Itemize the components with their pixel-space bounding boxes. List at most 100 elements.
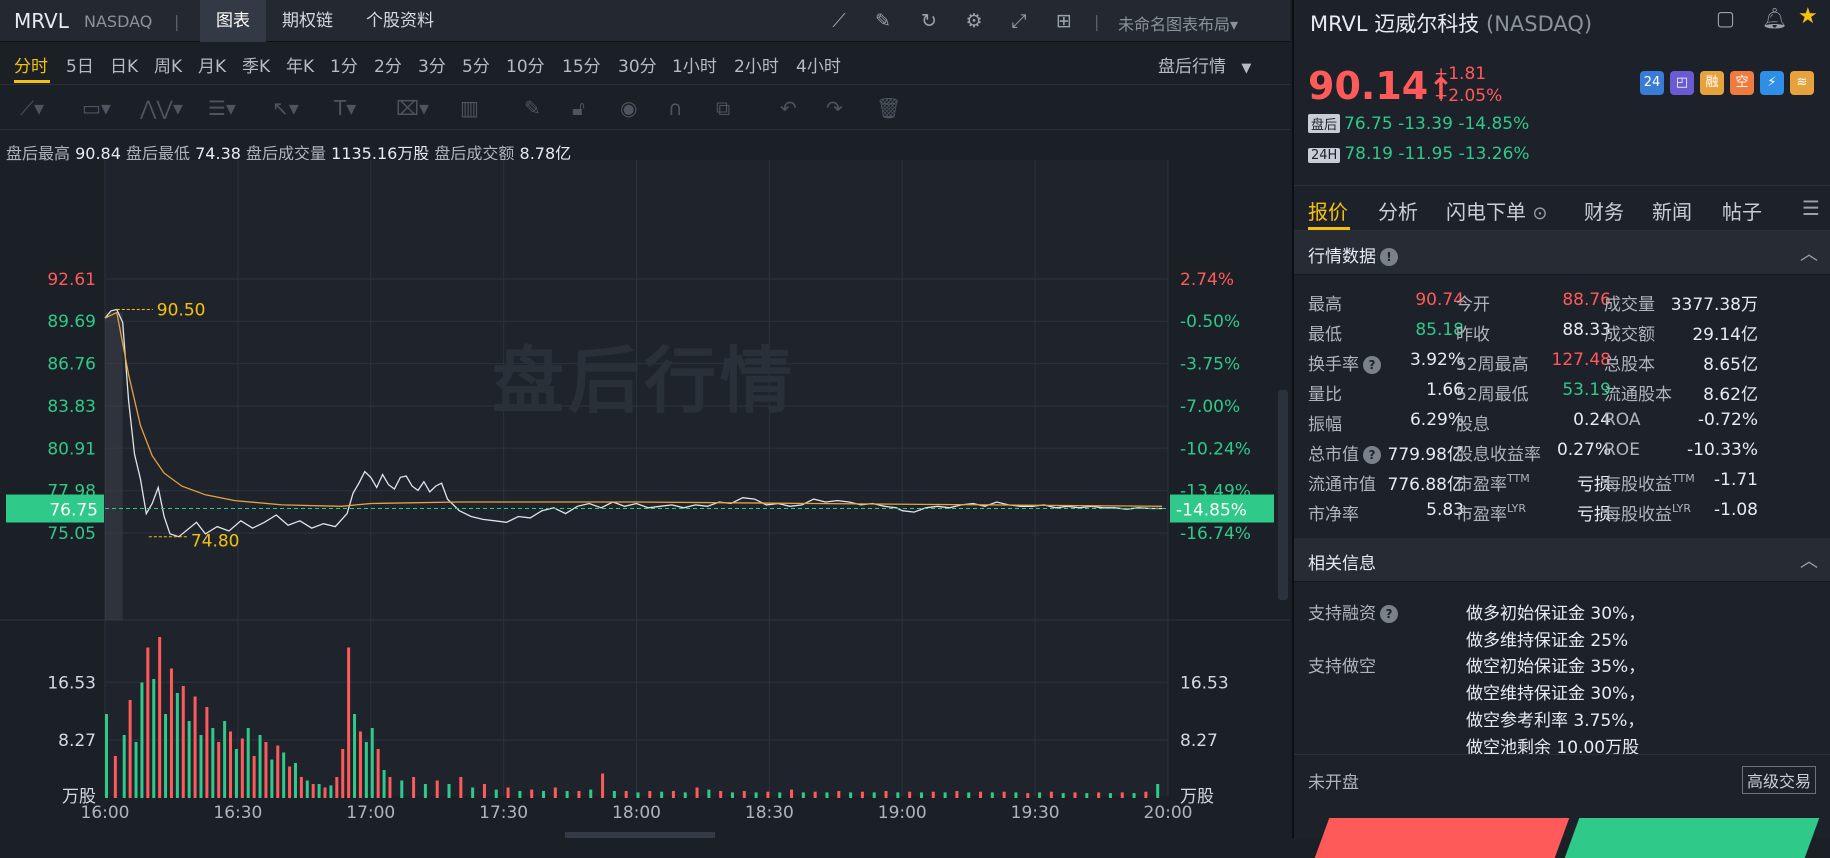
tab-flash-order[interactable]: 闪电下单 ⊙ — [1446, 196, 1547, 225]
volume-bar — [1026, 793, 1030, 798]
active-period-underline — [14, 80, 50, 83]
session-select[interactable]: 盘后行情 ▼ — [1158, 52, 1251, 77]
info-icon[interactable]: ! — [1380, 248, 1398, 266]
text-icon[interactable]: T▾ — [334, 96, 356, 120]
rectangle-icon[interactable]: ▭▾ — [82, 96, 111, 120]
period-8[interactable]: 2分 — [374, 52, 402, 77]
pencil-icon[interactable]: ✎ — [870, 8, 896, 34]
related-info-header[interactable]: 相关信息 ︿ — [1294, 538, 1830, 582]
sell-button[interactable] — [1564, 818, 1820, 858]
tab-news[interactable]: 新闻 — [1652, 196, 1692, 225]
chart-toggle-icon[interactable]: ▢ — [1716, 6, 1735, 30]
period-7[interactable]: 1分 — [330, 52, 358, 77]
after-price: 76.75 — [1344, 114, 1393, 134]
metric-value: 8.65亿 — [1703, 355, 1758, 375]
period-4[interactable]: 月K — [198, 52, 226, 77]
period-16[interactable]: 4小时 — [796, 52, 841, 77]
volume-bar — [211, 728, 215, 798]
tab-financials[interactable]: 财务 — [1584, 196, 1624, 225]
market-status: 未开盘 — [1308, 773, 1359, 793]
arrow-icon[interactable]: ↖▾ — [272, 96, 299, 120]
feature-badge-icon[interactable]: 空 — [1730, 71, 1754, 95]
wave-icon[interactable]: ⋀⋁▾ — [140, 96, 183, 120]
lock-icon[interactable]: 🔓︎ — [572, 96, 585, 120]
advanced-order-button[interactable]: 高级交易 — [1742, 766, 1817, 794]
tab-posts[interactable]: 帖子 — [1722, 196, 1762, 225]
buy-button[interactable] — [1314, 818, 1570, 858]
volume-bar — [1108, 793, 1112, 798]
brush-icon[interactable]: ✎ — [524, 96, 541, 120]
label-icon[interactable]: ⌧▾ — [396, 96, 429, 120]
grid-icon[interactable]: ⊞ — [1051, 8, 1077, 34]
help-icon[interactable]: ? — [1380, 605, 1398, 623]
volume-bar — [1049, 791, 1053, 798]
volume-bar — [565, 791, 569, 798]
fullscreen-icon[interactable]: ⤢ — [1006, 8, 1032, 34]
metric-label: 股息 — [1456, 410, 1490, 435]
metric-label: 每股收益TTM — [1604, 470, 1695, 495]
volume-bar — [1014, 792, 1018, 798]
volume-bar — [860, 791, 864, 798]
refresh-icon[interactable]: ↻ — [916, 8, 942, 34]
volume-bar — [967, 792, 971, 798]
tab-profile[interactable]: 个股资料 — [350, 0, 450, 42]
measure-icon[interactable]: ▥ — [460, 96, 479, 120]
tab-analysis[interactable]: 分析 — [1378, 196, 1418, 225]
menu-icon[interactable]: ☰ — [1802, 196, 1820, 220]
magnet-icon[interactable]: ∩ — [668, 96, 683, 120]
metric-label-text: 市盈率 — [1456, 505, 1507, 525]
feature-badge-icon[interactable]: ◰ — [1670, 71, 1694, 95]
gear-icon[interactable]: ⚙ — [961, 8, 987, 34]
volume-bar — [240, 738, 244, 798]
period-1[interactable]: 5日 — [66, 52, 94, 77]
star-icon[interactable]: ★ — [1798, 4, 1818, 29]
period-5[interactable]: 季K — [242, 52, 270, 77]
feature-badge-icon[interactable]: ⚡ — [1760, 71, 1784, 95]
chevron-up-icon[interactable]: ︿ — [1800, 240, 1818, 266]
period-2[interactable]: 日K — [110, 52, 138, 77]
market-data-header[interactable]: 行情数据! ︿ — [1294, 231, 1830, 275]
volume-bar — [1002, 791, 1006, 798]
metric-value: 0.27% — [1556, 440, 1611, 460]
period-0[interactable]: 分时 — [14, 52, 48, 77]
volume-bar — [943, 792, 947, 798]
period-11[interactable]: 10分 — [506, 52, 545, 77]
feature-badge-icon[interactable]: 24 — [1640, 71, 1664, 95]
volume-bar — [494, 789, 498, 798]
period-3[interactable]: 周K — [154, 52, 182, 77]
more-icon: ⊙ — [1532, 203, 1548, 224]
period-12[interactable]: 15分 — [562, 52, 601, 77]
volume-bar — [660, 791, 664, 798]
layers-icon[interactable]: ⧉ — [716, 96, 730, 120]
period-13[interactable]: 30分 — [618, 52, 657, 77]
tab-quote[interactable]: 报价 — [1308, 196, 1348, 225]
help-icon[interactable]: ? — [1363, 446, 1381, 464]
metric-label-text: 52周最低 — [1456, 385, 1529, 405]
layout-select[interactable]: 未命名图表布局▾ — [1118, 11, 1238, 35]
period-10[interactable]: 5分 — [462, 52, 490, 77]
tab-options-chain[interactable]: 期权链 — [266, 0, 349, 42]
trendline-icon[interactable]: ⟋▾ — [20, 96, 44, 120]
volume-bar — [872, 792, 876, 798]
help-icon[interactable]: ? — [1363, 356, 1381, 374]
trash-icon[interactable]: 🗑︎ — [876, 96, 901, 120]
period-9[interactable]: 3分 — [418, 52, 446, 77]
feature-badge-icon[interactable]: ≋ — [1790, 71, 1814, 95]
period-6[interactable]: 年K — [286, 52, 314, 77]
fib-icon[interactable]: ☰▾ — [208, 96, 236, 120]
bell-icon[interactable]: 🔔︎ — [1762, 6, 1787, 30]
tab-chart[interactable]: 图表 — [200, 0, 266, 42]
period-14[interactable]: 1小时 — [672, 52, 717, 77]
feature-badge-icon[interactable]: 融 — [1700, 71, 1724, 95]
undo-icon[interactable]: ↶ — [780, 96, 797, 120]
period-15[interactable]: 2小时 — [734, 52, 779, 77]
volume-bar — [169, 668, 173, 798]
redo-icon[interactable]: ↷ — [826, 96, 843, 120]
line-chart-icon[interactable]: ⟋ — [826, 8, 852, 34]
volume-bar — [146, 647, 150, 798]
session-label: 盘后行情 — [1158, 57, 1226, 77]
metric-value: 3377.38万 — [1670, 295, 1758, 315]
intraday-chart[interactable]: 92.61 2.74% 89.69 -0.50% 86.76 -3.75% 83.83 -7.… — [0, 160, 1290, 838]
eye-icon[interactable]: ◉ — [620, 96, 637, 120]
chevron-up-icon[interactable]: ︿ — [1800, 547, 1818, 573]
